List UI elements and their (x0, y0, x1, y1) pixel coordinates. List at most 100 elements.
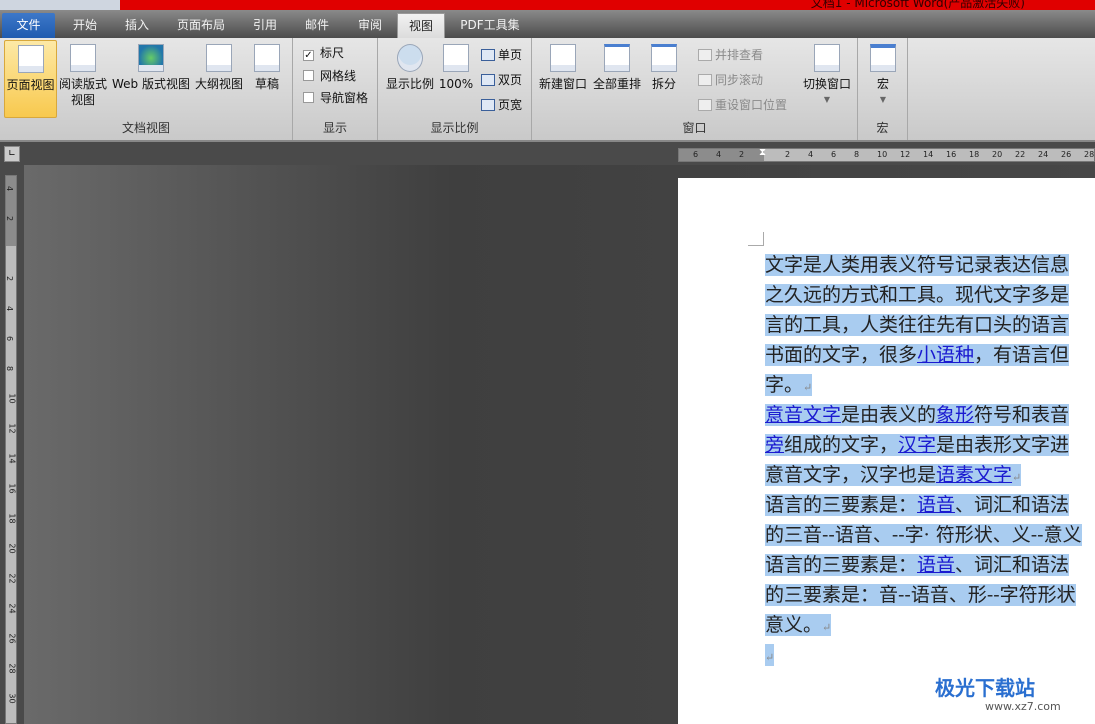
zoom-100-button[interactable]: 100% (438, 40, 474, 118)
paragraph-line: 之久远的方式和工具。现代文字多是 (765, 280, 1095, 310)
globe-icon (138, 44, 164, 72)
hyperlink[interactable]: 语素文字 (936, 464, 1012, 486)
arrange-all-button[interactable]: 全部重排 (590, 40, 644, 118)
tab-view[interactable]: 视图 (397, 13, 445, 38)
page-width-icon (481, 99, 495, 111)
ruler-tick: 4 (5, 305, 15, 312)
ruler-tick: 4 (5, 185, 15, 192)
ruler-tick: 14 (923, 150, 934, 159)
ruler-tick: 12 (900, 150, 911, 159)
hyperlink[interactable]: 象形 (936, 404, 974, 426)
hyperlink[interactable]: 旁 (765, 434, 784, 456)
text-run: 、词汇和语法 (955, 494, 1070, 516)
ruler-tick: 28 (7, 663, 17, 674)
ruler-tick: 16 (7, 483, 17, 494)
tab-insert[interactable]: 插入 (112, 13, 162, 38)
horizontal-ruler[interactable]: 6 4 2 2 4 6 8 10 12 14 16 18 20 22 24 26 28 ⧗ (678, 147, 1095, 162)
selection-highlight: 意音文字，汉字也是语素文字↵ (765, 464, 1022, 486)
ruler-tick: 6 (693, 150, 699, 159)
text-run: 的三要素是：音--语音、形--字符形状 (765, 584, 1076, 606)
reset-window-position-button[interactable]: 重设窗口位置 (698, 96, 787, 113)
tab-pdf-tools[interactable]: PDF工具集 (450, 13, 530, 38)
one-page-icon (481, 49, 495, 61)
ruler-tick: 6 (831, 150, 837, 159)
two-pages-button[interactable]: 双页 (481, 71, 522, 88)
indent-marker[interactable]: ⧗ (759, 147, 766, 158)
vertical-ruler[interactable]: 4 2 2 4 6 8 10 12 14 16 18 20 22 24 26 28 30 (5, 175, 17, 724)
arrange-all-icon (604, 44, 630, 72)
checkbox-checked-icon: ✓ (303, 50, 314, 61)
hyperlink[interactable]: 语音 (917, 494, 955, 516)
selection-highlight: ↵ (765, 644, 775, 666)
paragraph-mark-icon: ↵ (822, 621, 832, 634)
ruler-tick: 2 (785, 150, 791, 159)
hyperlink[interactable]: 汉字 (898, 434, 936, 456)
paragraph-line: 旁组成的文字，汉字是由表形文字进 (765, 430, 1095, 460)
two-pages-icon (481, 74, 495, 86)
page-width-button[interactable]: 页宽 (481, 96, 522, 113)
paragraph-line: 意义。↵ (765, 610, 1095, 640)
selection-highlight: 的三要素是：音--语音、形--字符形状 (765, 584, 1076, 606)
print-layout-button[interactable]: 页面视图 (4, 40, 57, 118)
text-run: 文字是人类用表义符号记录表达信息 (765, 254, 1070, 276)
group-label: 宏 (876, 121, 889, 135)
paragraph-line: 书面的文字，很多小语种，有语言但 (765, 340, 1095, 370)
one-page-button[interactable]: 单页 (481, 46, 522, 63)
group-document-views: 页面视图 阅读版式 视图 Web 版式视图 大纲视图 草稿 文档视图 (0, 38, 293, 140)
tab-page-layout[interactable]: 页面布局 (165, 13, 237, 38)
ruler-tick: 6 (5, 335, 15, 342)
paragraph-line: 言的工具，人类往往先有口头的语言 (765, 310, 1095, 340)
tab-mailings[interactable]: 邮件 (292, 13, 342, 38)
paragraph-mark-icon: ↵ (1012, 471, 1022, 484)
web-layout-button[interactable]: Web 版式视图 (110, 40, 192, 118)
ruler-tick: 12 (7, 423, 17, 434)
paragraph-mark-icon: ↵ (803, 381, 813, 394)
navigation-pane-checkbox[interactable]: 导航窗格 (303, 89, 368, 106)
ruler-tick: 18 (7, 513, 17, 524)
group-label: 窗口 (682, 121, 707, 135)
tab-references[interactable]: 引用 (240, 13, 290, 38)
paragraph-line: 字。↵ (765, 370, 1095, 400)
ruler-tick: 20 (7, 543, 17, 554)
tab-review[interactable]: 审阅 (345, 13, 395, 38)
split-button[interactable]: 拆分 (646, 40, 682, 118)
quick-access-toolbar[interactable] (0, 0, 120, 10)
text-run: 组成的文字， (784, 434, 899, 456)
watermark-url: www.xz7.com (985, 700, 1061, 713)
watermark-brand: 极光下载站 (935, 676, 1035, 700)
switch-windows-button[interactable]: 切换窗口 ▼ (800, 40, 854, 118)
hyperlink[interactable]: 意音文字 (765, 404, 841, 426)
zoom-button[interactable]: 显示比例 (382, 40, 438, 118)
reset-position-icon (698, 99, 712, 111)
view-side-by-side-button[interactable]: 并排查看 (698, 46, 763, 63)
ruler-checkbox[interactable]: ✓ 标尺 (303, 44, 344, 61)
document-body[interactable]: 文字是人类用表义符号记录表达信息之久远的方式和工具。现代文字多是 言的工具，人类往… (765, 250, 1095, 670)
hyperlink[interactable]: 语音 (917, 554, 955, 576)
switch-windows-icon (814, 44, 840, 72)
reading-layout-button[interactable]: 阅读版式 视图 (58, 40, 108, 118)
ruler-tick: 4 (716, 150, 722, 159)
ribbon-tabs: 文件 开始 插入 页面布局 引用 邮件 审阅 视图 PDF工具集 (0, 10, 1095, 38)
tab-home[interactable]: 开始 (60, 13, 110, 38)
macros-button[interactable]: 宏 ▼ (866, 40, 900, 118)
text-run: 、词汇和语法 (955, 554, 1070, 576)
paragraph-line: 的三音--语音、--字· 符形状、义--意义 (765, 520, 1095, 550)
book-icon (70, 44, 96, 72)
paragraph-line: 文字是人类用表义符号记录表达信息 (765, 250, 1095, 280)
paragraph-line: 意音文字是由表义的象形符号和表音 (765, 400, 1095, 430)
paragraph-line: 语言的三要素是：语音、词汇和语法 (765, 550, 1095, 580)
ruler-tick: 30 (7, 693, 17, 704)
tab-stop-selector[interactable]: ∟ (4, 146, 20, 162)
group-zoom: 显示比例 100% 单页 双页 页宽 显示比例 (378, 38, 532, 140)
group-label: 显示比例 (430, 121, 479, 135)
hyperlink[interactable]: 小语种 (917, 344, 974, 366)
margin-corner-mark (748, 232, 764, 246)
outline-button[interactable]: 大纲视图 (193, 40, 245, 118)
tab-file[interactable]: 文件 (2, 13, 55, 38)
ruler-tick: 18 (969, 150, 980, 159)
new-window-button[interactable]: 新建窗口 (536, 40, 590, 118)
group-show: ✓ 标尺 网格线 导航窗格 显示 (293, 38, 378, 140)
sync-scroll-button[interactable]: 同步滚动 (698, 71, 763, 88)
gridlines-checkbox[interactable]: 网格线 (303, 67, 356, 84)
draft-button[interactable]: 草稿 (247, 40, 287, 118)
